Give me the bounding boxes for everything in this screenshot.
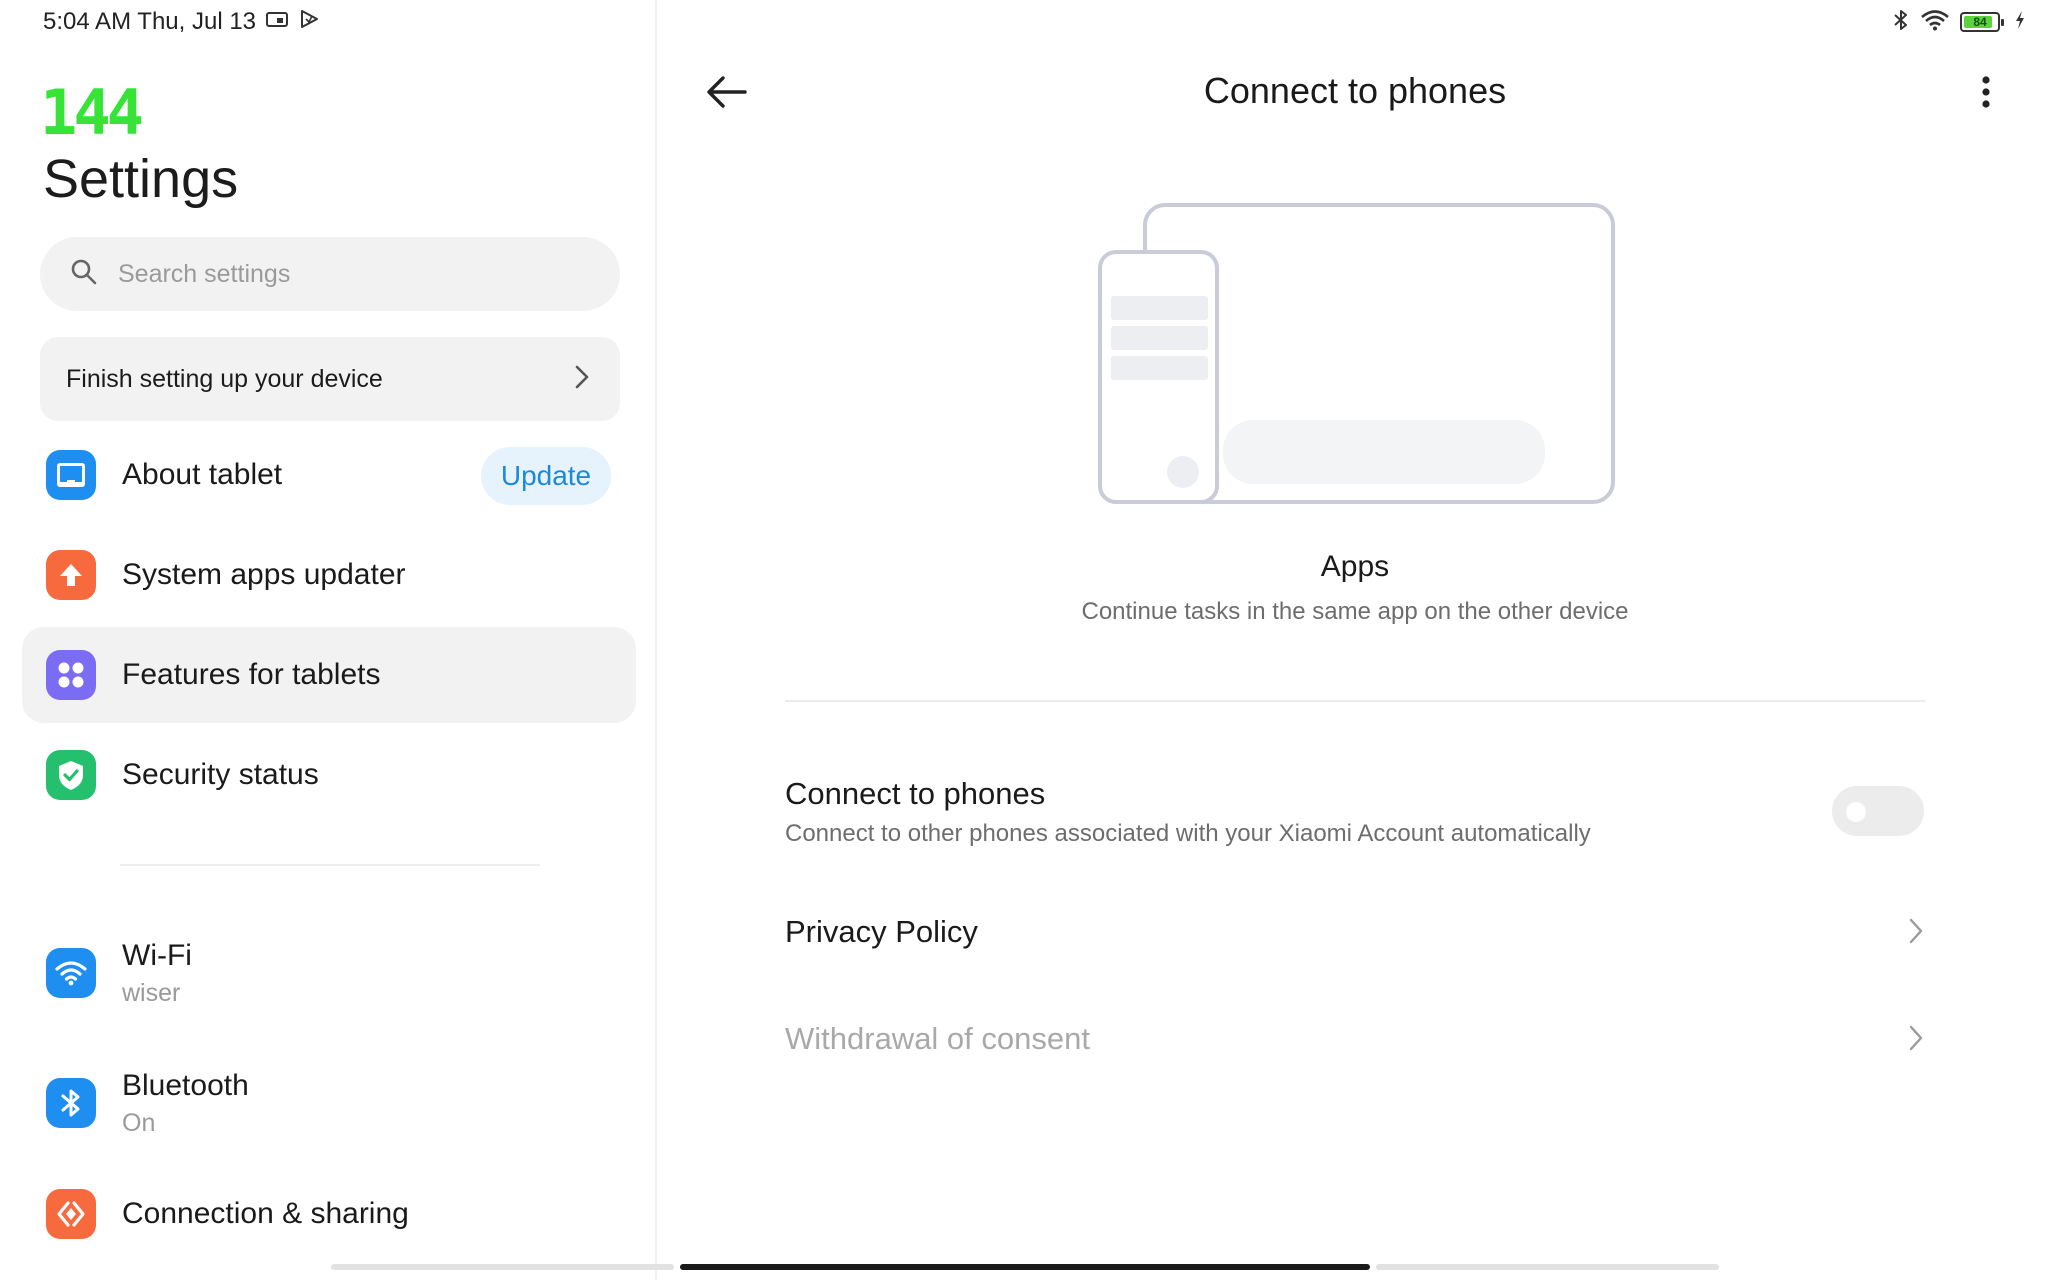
settings-sidebar: 144 Settings Search settings Finish sett… [0,0,657,1280]
sidebar-item-label: About tablet [122,458,283,491]
battery-level: 84 [1973,15,1987,29]
sidebar-item-label: Security status [122,758,319,791]
search-input[interactable]: Search settings [40,237,620,311]
sidebar-item-system-apps-updater[interactable]: System apps updater [22,527,636,623]
toggle-knob [1846,802,1866,822]
status-bar-right: 84 [1892,8,2026,36]
connect-to-phones-toggle[interactable] [1832,786,1924,836]
sidebar-item-label: Connection & sharing [122,1197,409,1230]
shield-check-icon [46,750,96,800]
sidebar-item-label: System apps updater [122,558,406,591]
fps-counter: 144 [40,76,144,149]
sidebar-item-sublabel: wiser [122,978,181,1007]
chevron-right-icon [1906,1023,1926,1053]
content-divider [785,700,1925,702]
more-options-button[interactable] [1980,72,1992,112]
gesture-bar-right [1376,1264,1719,1270]
sidebar-item-label: Wi-Fi [122,938,192,972]
back-button[interactable] [705,72,749,112]
sidebar-item-about-tablet[interactable]: About tablet Update [22,427,636,523]
feature-description: Continue tasks in the same app on the ot… [1081,598,1629,625]
tablet-icon [46,450,96,500]
connect-row-description: Connect to other phones associated with … [785,820,1591,847]
sidebar-item-label: Features for tablets [122,658,381,691]
screen: 5:04 AM Thu, Jul 13 84 144 Settings Sear… [0,0,2048,1280]
arrow-up-icon [46,550,96,600]
sidebar-item-sublabel: On [122,1108,156,1137]
sidebar-item-features-for-tablets[interactable]: Features for tablets [22,627,636,723]
more-vert-icon [1980,76,1992,116]
back-arrow-icon [705,76,749,116]
privacy-policy-title: Privacy Policy [785,914,978,949]
sidebar-item-connection-sharing[interactable]: Connection & sharing [22,1166,636,1262]
sidebar-item-security-status[interactable]: Security status [22,727,636,823]
finish-setup-card[interactable]: Finish setting up your device [40,337,620,421]
finish-setup-label: Finish setting up your device [66,364,383,393]
search-icon [70,258,98,291]
sidebar-item-wifi[interactable]: Wi-Fi wiser [22,920,636,1026]
chevron-right-icon [1906,916,1926,946]
update-button[interactable]: Update [481,447,611,505]
chevron-right-icon [574,364,590,395]
battery-icon: 84 [1960,12,2004,32]
devices-illustration [1095,200,1615,510]
connect-row-title: Connect to phones [785,776,1046,811]
gesture-bar-active[interactable] [680,1264,1370,1270]
wifi-status-icon [1920,9,1950,36]
withdrawal-of-consent-title: Withdrawal of consent [785,1021,1090,1056]
grid-icon [46,650,96,700]
page-title: Connect to phones [1203,70,1507,111]
settings-title: Settings [43,149,239,209]
bluetooth-status-icon [1892,8,1910,37]
sidebar-item-bluetooth[interactable]: Bluetooth On [22,1050,636,1156]
search-placeholder: Search settings [118,259,291,288]
connection-icon [46,1189,96,1239]
sidebar-item-label: Bluetooth [122,1068,249,1102]
charging-icon [2014,10,2026,35]
wifi-icon [46,948,96,998]
feature-title: Apps [1320,550,1390,583]
gesture-bar-left [331,1264,674,1270]
bluetooth-icon [46,1078,96,1128]
sidebar-divider [120,864,540,866]
